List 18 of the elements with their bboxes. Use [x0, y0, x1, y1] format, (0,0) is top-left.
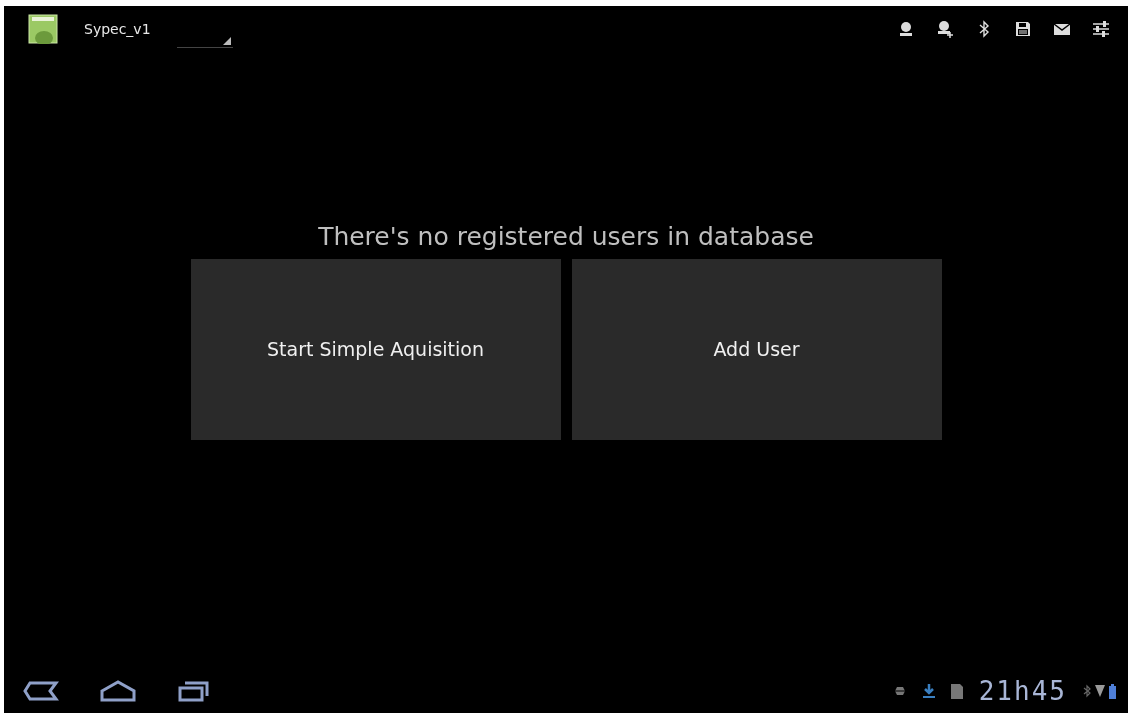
settings-icon[interactable] — [1092, 20, 1110, 38]
app-title: Sypec_v1 — [84, 21, 151, 37]
action-button[interactable]: Add User — [571, 259, 942, 440]
action-button[interactable]: Start Simple Aquisition — [190, 259, 561, 440]
clock: 21h45 — [978, 676, 1067, 706]
back-icon[interactable] — [22, 679, 62, 703]
battery-icon — [1109, 683, 1116, 699]
wifi-icon — [1095, 684, 1105, 698]
empty-message: There's no registered users in database — [318, 222, 814, 251]
app-icon[interactable] — [28, 14, 58, 44]
user-icon[interactable] — [897, 20, 915, 38]
home-icon[interactable] — [98, 679, 138, 703]
usb-debug-icon — [892, 684, 907, 698]
bluetooth-icon — [1083, 684, 1091, 698]
add-user-icon[interactable] — [936, 20, 954, 38]
download-icon — [922, 684, 935, 698]
sd-card-icon — [950, 683, 963, 699]
save-icon[interactable] — [1014, 20, 1032, 38]
